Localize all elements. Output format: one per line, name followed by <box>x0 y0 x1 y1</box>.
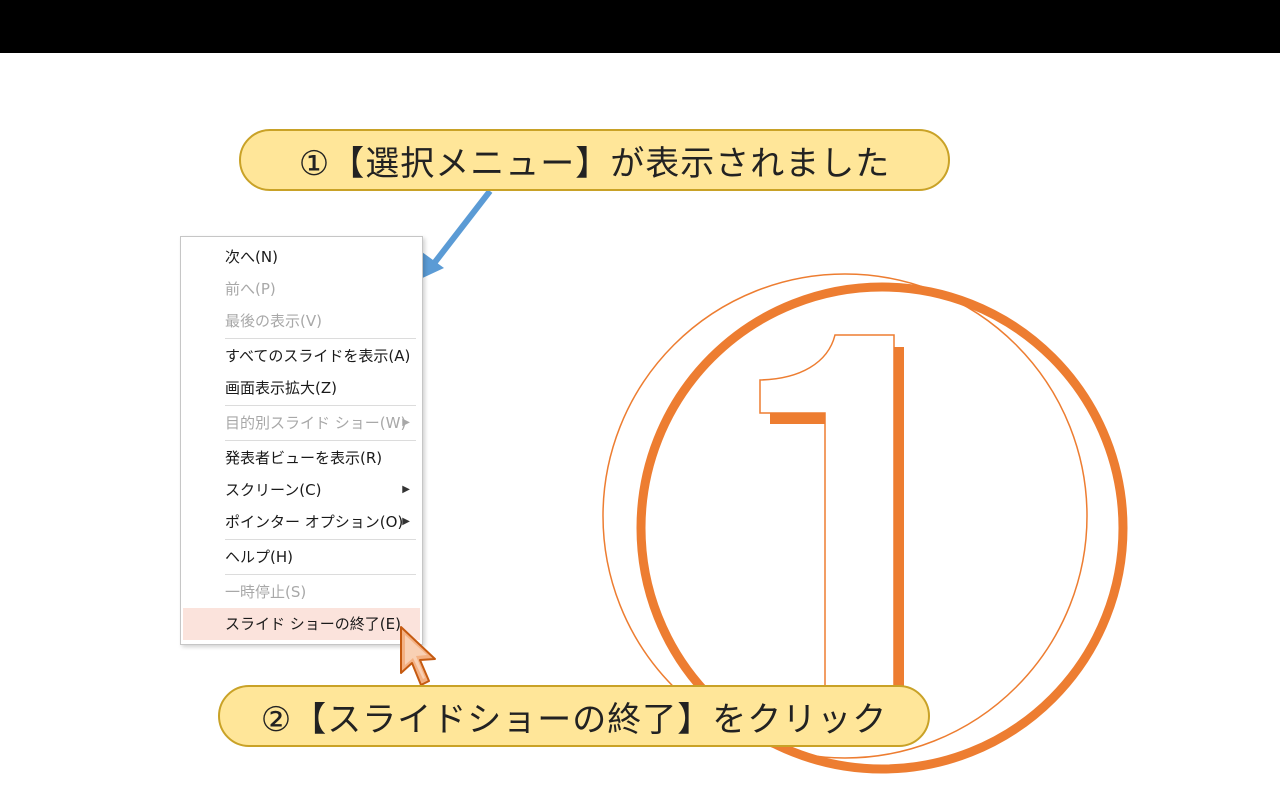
menu-item-zoom-in[interactable]: 画面表示拡大(Z) <box>183 372 420 404</box>
menu-item-pause: 一時停止(S) <box>225 583 307 601</box>
menu-item-end-show[interactable]: スライド ショーの終了(E) <box>183 608 420 640</box>
menu-separator <box>225 338 416 339</box>
menu-item-custom-show: 目的別スライド ショー(W) ▶ <box>183 407 420 439</box>
top-black-bar <box>0 0 1280 53</box>
menu-item-last-viewed: 最後の表示(V) <box>225 312 322 330</box>
menu-separator <box>225 440 416 441</box>
menu-item-presenter-view[interactable]: 発表者ビューを表示(R) <box>183 442 420 474</box>
slideshow-context-menu: 次へ(N) 前へ(P) 最後の表示(V) すべてのスライドを表示(A) 画面表示… <box>180 236 423 645</box>
menu-item-previous: 前へ(P) <box>225 280 276 298</box>
menu-separator <box>225 405 416 406</box>
menu-separator <box>225 539 416 540</box>
menu-separator <box>225 574 416 575</box>
submenu-arrow-icon: ▶ <box>402 417 410 428</box>
callout-step-1: ①【選択メニュー】が表示されました <box>239 129 950 191</box>
slide-canvas: ①【選択メニュー】が表示されました 次へ(N) 前へ(P) 最後の表示(V) す… <box>0 53 1280 800</box>
submenu-arrow-icon: ▶ <box>402 484 410 495</box>
submenu-arrow-icon: ▶ <box>402 516 410 527</box>
menu-item-help[interactable]: ヘルプ(H) <box>183 541 420 573</box>
mouse-cursor-icon <box>400 626 436 686</box>
callout-step-2: ②【スライドショーの終了】をクリック <box>218 685 930 747</box>
blue-pointer-arrow <box>416 189 493 281</box>
menu-item-see-all-slides[interactable]: すべてのスライドを表示(A) <box>183 340 420 372</box>
menu-item-next[interactable]: 次へ(N) <box>183 241 420 273</box>
menu-item-screen[interactable]: スクリーン(C) ▶ <box>183 474 420 506</box>
menu-item-pointer-options[interactable]: ポインター オプション(O) ▶ <box>183 506 420 538</box>
